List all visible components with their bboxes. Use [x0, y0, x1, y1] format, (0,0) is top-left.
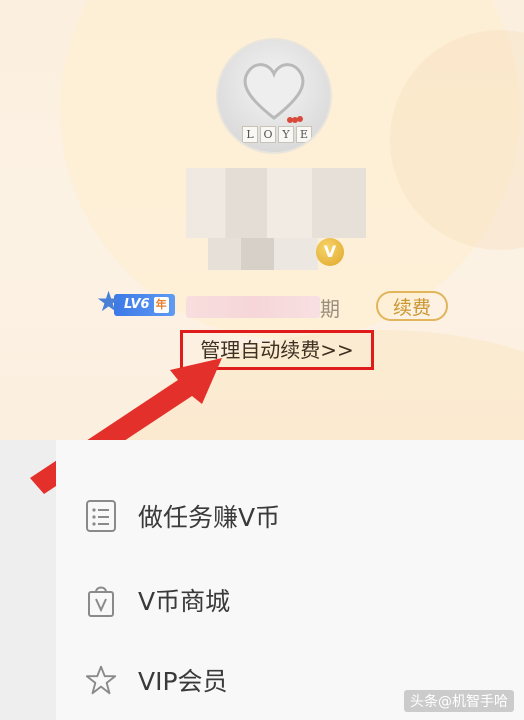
avatar[interactable]: L O Y E — [216, 38, 332, 154]
star-icon — [84, 663, 118, 697]
menu-item-vip-member[interactable]: VIP会员 — [84, 660, 228, 700]
username-blurred — [186, 168, 366, 238]
expire-suffix: 期 — [320, 297, 340, 321]
level-pill: LV6 年 — [114, 294, 175, 316]
menu-item-tasks[interactable]: 做任务赚V币 — [84, 496, 280, 536]
menu-item-vcoin-mall[interactable]: V币商城 — [84, 580, 230, 620]
menu-item-label: VIP会员 — [138, 667, 228, 696]
vip-coin-icon: V — [316, 238, 344, 266]
love-tiles: L O Y E — [242, 126, 312, 143]
expire-date-blurred — [186, 296, 320, 318]
menu-item-label: V币商城 — [138, 587, 231, 616]
manage-auto-renew-link[interactable]: 管理自动续费>> — [180, 330, 374, 370]
level-star-icon: ★ — [96, 285, 122, 318]
renew-button[interactable]: 续费 — [376, 291, 448, 321]
level-year-label: 年 — [153, 297, 169, 313]
level-text: LV6 — [124, 297, 150, 312]
shopping-bag-icon — [84, 583, 118, 617]
menu-item-label: 做任务赚V币 — [138, 503, 281, 532]
love-tile: L — [242, 126, 258, 143]
user-id-blurred — [208, 238, 318, 270]
watermark: 头条@机智手哈 — [404, 690, 514, 712]
love-tile: Y — [278, 126, 294, 143]
task-list-icon — [84, 499, 118, 533]
love-tile: E — [296, 126, 312, 143]
love-tile: O — [260, 126, 276, 143]
level-badge: ★ LV6 年 — [96, 288, 175, 318]
